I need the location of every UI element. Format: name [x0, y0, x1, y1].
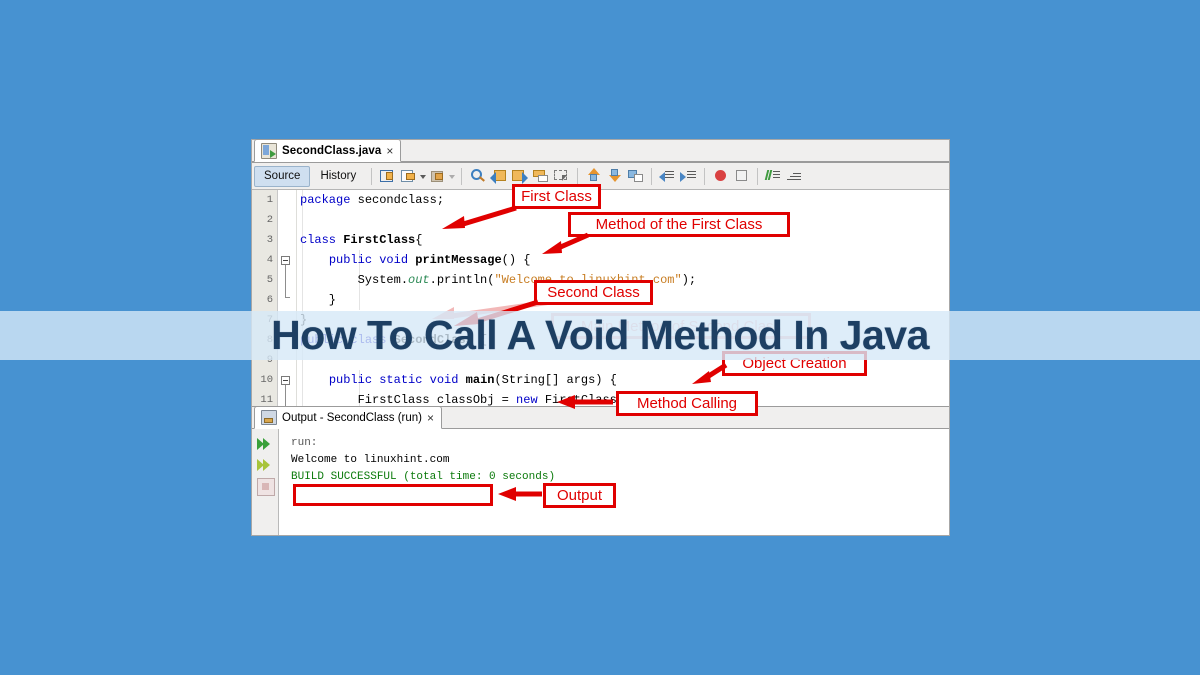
- close-icon[interactable]: ×: [386, 145, 393, 157]
- line-number: 5: [266, 274, 273, 286]
- toolbar-separator-2: [461, 167, 463, 185]
- toggle-bookmark-icon[interactable]: [626, 167, 645, 185]
- start-macro-recording-icon[interactable]: [711, 167, 730, 185]
- output-tab-strip: Output - SecondClass (run) ×: [252, 406, 949, 429]
- code-line-10: public static void main(String[] args) {: [328, 373, 617, 387]
- output-line-welcome: Welcome to linuxhint.com: [291, 454, 450, 466]
- java-file-icon: [261, 142, 277, 159]
- code-line-1: package secondclass;: [300, 193, 445, 207]
- last-edit-icon[interactable]: [378, 167, 397, 185]
- annotation-arrow-method-calling: [555, 395, 617, 410]
- shift-right-icon[interactable]: [679, 167, 698, 185]
- code-fold-column[interactable]: [278, 190, 297, 409]
- line-number-gutter: 1 2 3 4 5 6 7 8 9 10 11 12 13 14: [252, 190, 278, 409]
- output-text: run: Welcome to linuxhint.com BUILD SUCC…: [279, 429, 949, 535]
- shift-left-icon[interactable]: [658, 167, 677, 185]
- editor-tab-secondclass-java[interactable]: SecondClass.java ×: [254, 139, 402, 162]
- fold-toggle-line-4[interactable]: [281, 256, 290, 265]
- annotation-arrow-method-first-class: [540, 232, 592, 255]
- find-previous-icon[interactable]: [489, 167, 508, 185]
- page-title: How To Call A Void Method In Java: [271, 312, 929, 358]
- annotation-arrow-first-class: [440, 205, 520, 231]
- output-window-icon: [261, 410, 277, 425]
- toolbar-separator: [371, 167, 373, 185]
- code-line-4: public void printMessage() {: [328, 253, 531, 267]
- comment-icon[interactable]: [764, 167, 783, 185]
- annotation-method-first-class: Method of the First Class: [568, 212, 790, 237]
- tab-source[interactable]: Source: [254, 165, 311, 187]
- code-line-3: class FirstClass{: [300, 233, 423, 247]
- annotation-arrow-output: [496, 487, 546, 502]
- toolbar-separator-6: [757, 167, 759, 185]
- line-number: 2: [266, 214, 273, 226]
- close-icon[interactable]: ×: [427, 412, 434, 424]
- toolbar-separator-4: [651, 167, 653, 185]
- line-number: 10: [260, 374, 273, 386]
- chevron-down-icon-2: [448, 167, 456, 185]
- find-selection-icon[interactable]: [468, 167, 487, 185]
- previous-bookmark-icon[interactable]: [584, 167, 603, 185]
- next-bookmark-icon[interactable]: [605, 167, 624, 185]
- shift-line-right-icon[interactable]: [428, 167, 447, 185]
- shift-line-left-icon[interactable]: [399, 167, 418, 185]
- output-toolbar-rail: [252, 429, 279, 535]
- toggle-highlight-icon[interactable]: [552, 167, 571, 185]
- line-number: 4: [266, 254, 273, 266]
- stop-icon[interactable]: [257, 478, 275, 496]
- annotation-method-calling: Method Calling: [616, 391, 758, 416]
- editor-tab-strip: SecondClass.java ×: [252, 139, 949, 163]
- annotation-output-highlight: [293, 484, 493, 506]
- uncomment-icon[interactable]: [785, 167, 804, 185]
- annotation-second-class: Second Class: [534, 280, 653, 305]
- toolbar-separator-5: [704, 167, 706, 185]
- line-number: 6: [266, 294, 273, 306]
- chevron-down-icon[interactable]: [419, 167, 427, 185]
- output-body: run: Welcome to linuxhint.com BUILD SUCC…: [252, 429, 949, 535]
- annotation-first-class: First Class: [512, 184, 601, 209]
- stop-macro-recording-icon[interactable]: [732, 167, 751, 185]
- rerun-alt-icon[interactable]: [255, 455, 275, 475]
- output-panel: Output - SecondClass (run) × run: Welcom…: [252, 406, 949, 535]
- annotation-arrow-object-creation: [690, 362, 730, 385]
- toolbar-separator-3: [577, 167, 579, 185]
- fold-toggle-line-10[interactable]: [281, 376, 290, 385]
- editor-tab-label: SecondClass.java: [282, 144, 382, 157]
- toggle-rectangular-selection-icon[interactable]: [531, 167, 550, 185]
- output-tab-secondclass-run[interactable]: Output - SecondClass (run) ×: [254, 406, 442, 429]
- output-tab-label: Output - SecondClass (run): [282, 411, 422, 424]
- find-next-icon[interactable]: [510, 167, 529, 185]
- output-line-run: run:: [291, 437, 318, 449]
- line-number: 1: [266, 194, 273, 206]
- rerun-icon[interactable]: [255, 434, 275, 454]
- code-line-6: }: [300, 293, 337, 307]
- line-number: 3: [266, 234, 273, 246]
- tab-history[interactable]: History: [310, 166, 366, 187]
- annotation-output: Output: [543, 483, 616, 508]
- fold-range-line-4: [285, 265, 290, 298]
